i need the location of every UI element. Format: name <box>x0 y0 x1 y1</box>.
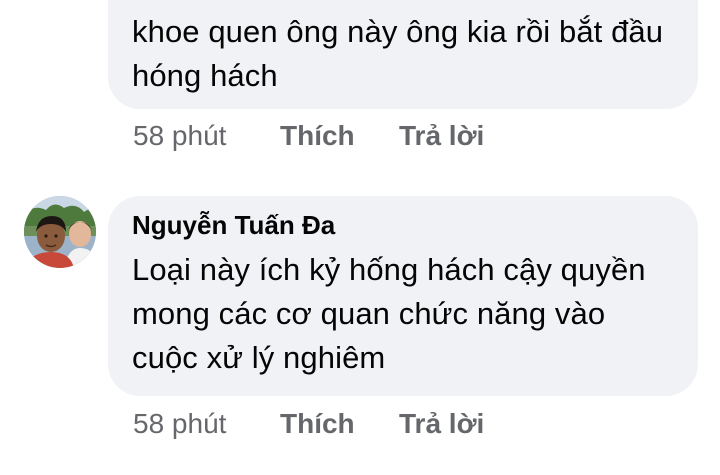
comment-timestamp[interactable]: 58 phút <box>133 408 280 440</box>
comment-text: khoe quen ông này ông kia rồi bắt đầu hó… <box>132 14 664 93</box>
avatar[interactable] <box>24 196 96 268</box>
comment-bubble: Nguyễn Tuấn Đa Loại này ích kỷ hống hách… <box>108 196 698 396</box>
comment-actions: 58 phút Thích Trả lời <box>133 408 484 440</box>
comment-bubble: khoe quen ông này ông kia rồi bắt đầu hó… <box>108 0 698 109</box>
comment-text: Loại này ích kỷ hống hách cậy quyền mong… <box>132 252 646 375</box>
reply-button[interactable]: Trả lời <box>399 120 484 152</box>
comment-timestamp[interactable]: 58 phút <box>133 120 280 152</box>
comment-actions: 58 phút Thích Trả lời <box>133 120 484 152</box>
like-button[interactable]: Thích <box>280 120 399 152</box>
comment-author[interactable]: Nguyễn Tuấn Đa <box>132 210 674 240</box>
reply-button[interactable]: Trả lời <box>399 408 484 440</box>
like-button[interactable]: Thích <box>280 408 399 440</box>
